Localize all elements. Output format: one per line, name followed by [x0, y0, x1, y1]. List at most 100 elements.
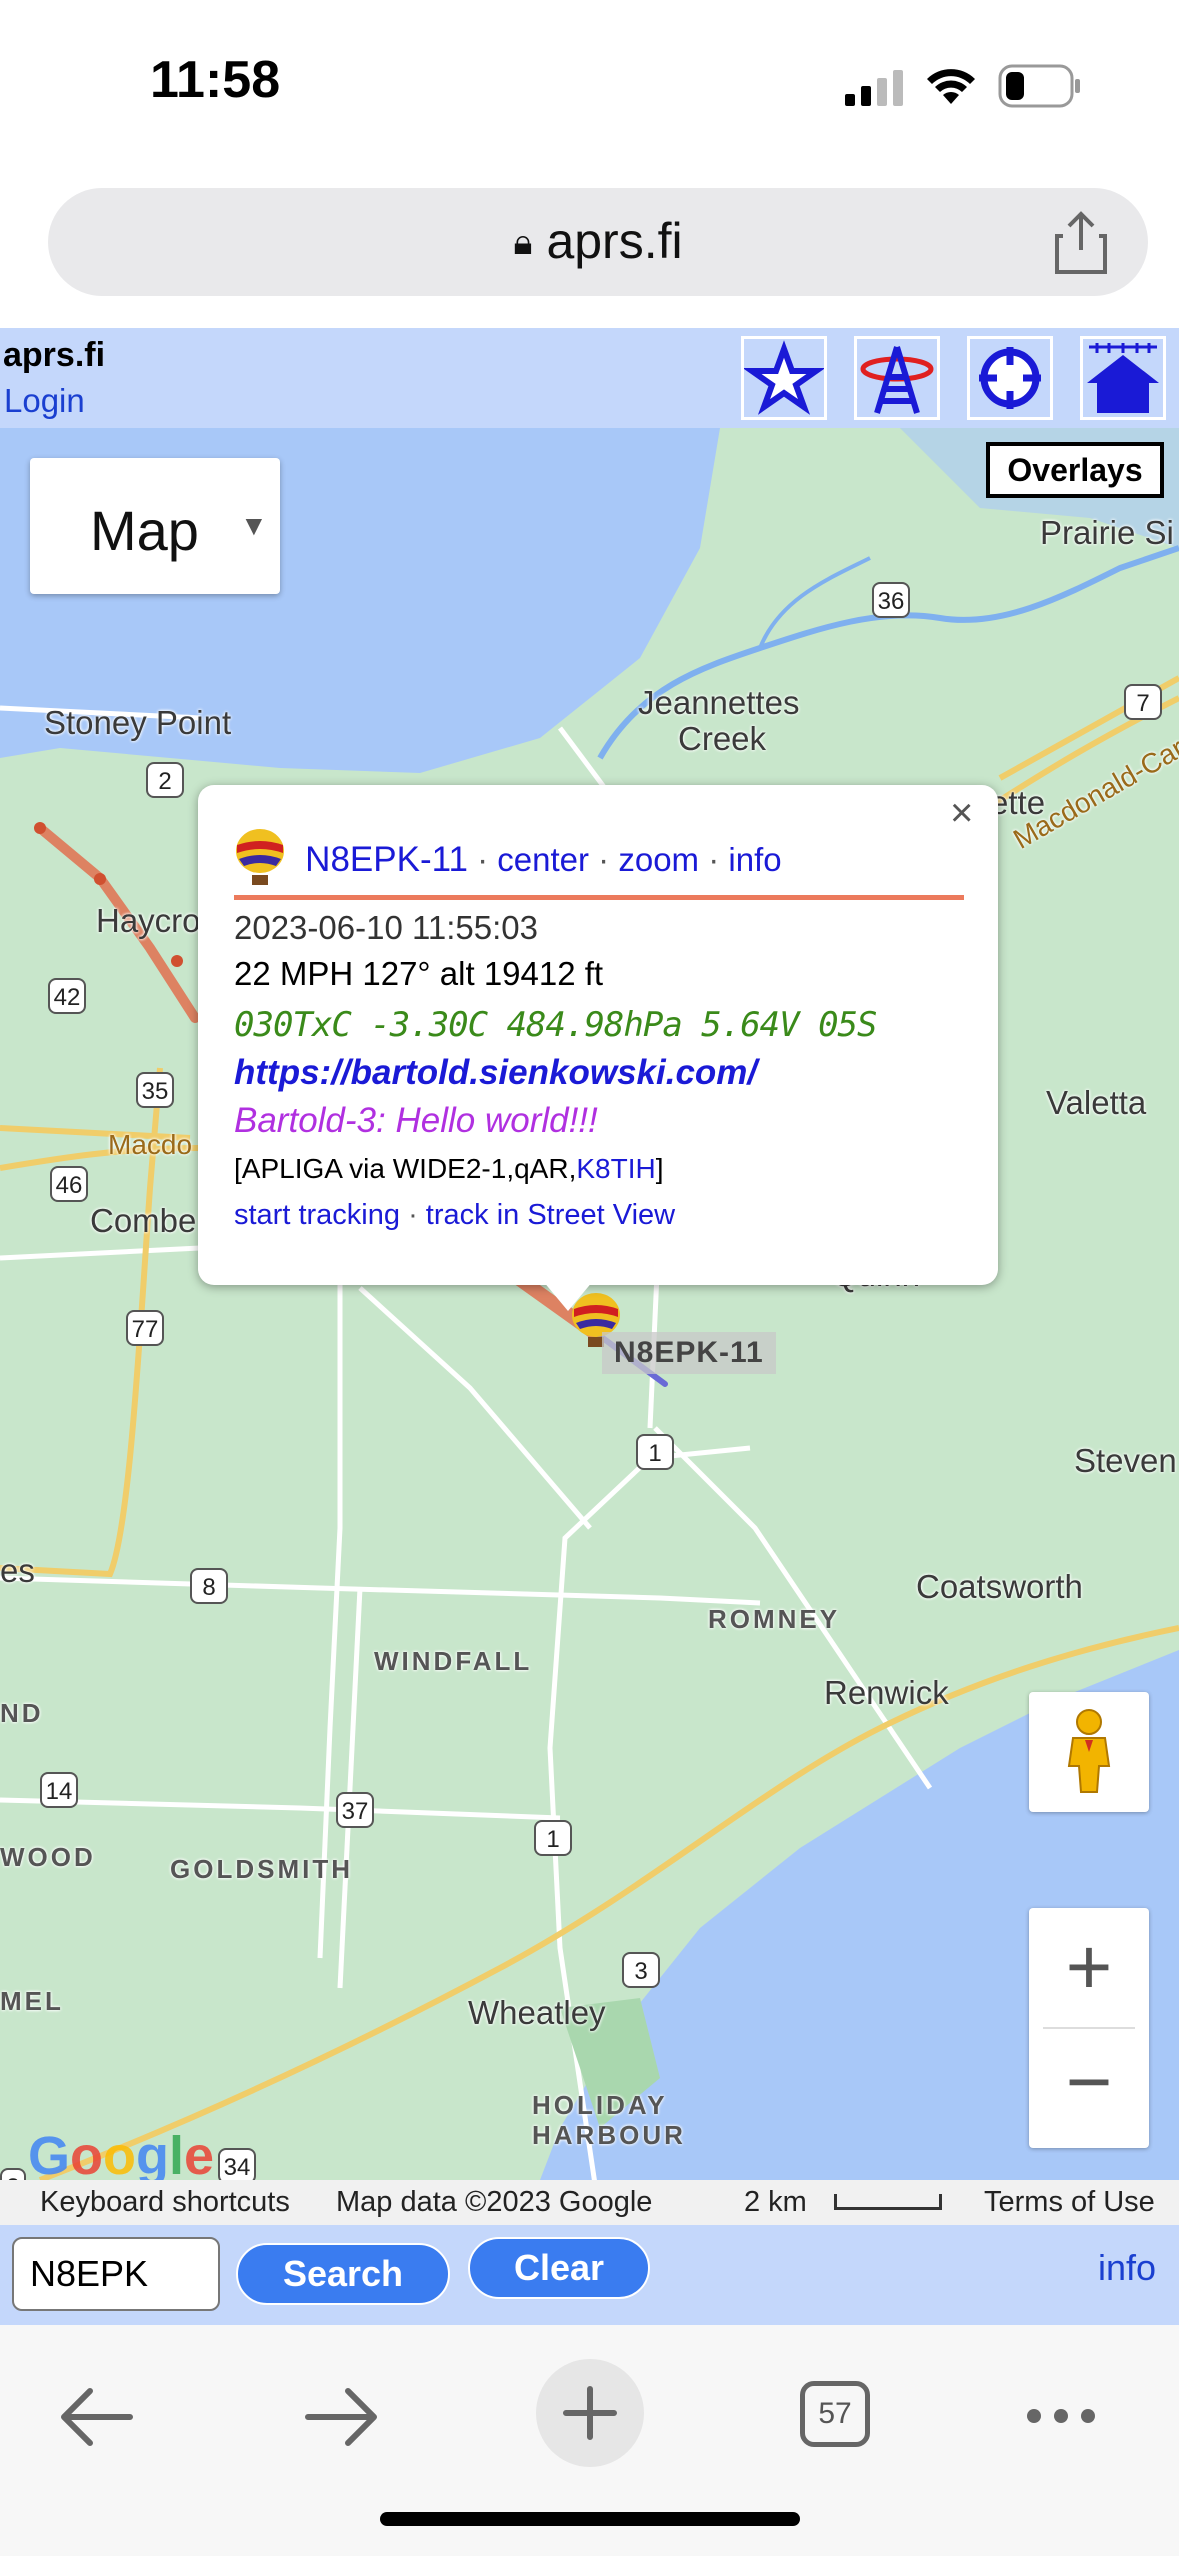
place-wheatley: Wheatley	[468, 1994, 606, 2031]
status-bar: 11:58	[0, 0, 1179, 170]
station-url[interactable]: https://bartold.sienkowski.com/	[234, 1053, 757, 1093]
street-view-link[interactable]: track in Street View	[426, 1199, 675, 1231]
info-link[interactable]: info	[728, 841, 781, 878]
motion-info: 22 MPH 127° alt 19412 ft	[234, 955, 604, 992]
street-view-pegman[interactable]	[1029, 1692, 1149, 1812]
search-input[interactable]	[12, 2237, 220, 2311]
locate-button[interactable]	[967, 336, 1053, 420]
scale-label: 2 km	[744, 2186, 807, 2218]
road-shield: 8	[190, 1568, 228, 1604]
forward-arrow-icon[interactable]	[302, 2385, 382, 2449]
road-shield: 3	[622, 1952, 660, 1988]
place-renwick: Renwick	[824, 1674, 949, 1711]
url-domain: 🔒︎ aprs.fi	[48, 212, 1148, 270]
place-coatsworth: Coatsworth	[916, 1568, 1083, 1605]
path-suffix: ]	[655, 1153, 664, 1184]
star-icon	[742, 340, 826, 415]
map-data-attribution[interactable]: Map data ©2023 Google	[336, 2186, 652, 2219]
keyboard-shortcuts-link[interactable]: Keyboard shortcuts	[40, 2186, 290, 2219]
popup-pointer	[538, 1275, 598, 1311]
place-goldsmith: GOLDSMITH	[170, 1854, 353, 1884]
map-canvas[interactable]: Google Prairie Si Stoney Point Jeannette…	[0, 428, 1179, 2180]
new-tab-button[interactable]	[536, 2359, 644, 2467]
tracking-links: start tracking · track in Street View	[234, 1199, 675, 1232]
place-es: es	[0, 1552, 35, 1589]
separator: ·	[477, 841, 489, 878]
search-button[interactable]: Search	[236, 2243, 450, 2305]
station-info-popup: × N8EPK-11 · center · zoom · info 2023-0…	[198, 785, 998, 1311]
telemetry-comment: 030TxC -3.30C 484.98hPa 5.64V 05S	[234, 1005, 878, 1045]
timestamp: 2023-06-10 11:55:03	[234, 909, 538, 946]
road-shield: 36	[872, 582, 910, 618]
road-macdonald: Macdo	[108, 1129, 193, 1160]
terms-link[interactable]: Terms of Use	[984, 2186, 1155, 2219]
address-bar[interactable]: 🔒︎ aprs.fi	[48, 188, 1148, 296]
place-nd: ND	[0, 1698, 44, 1728]
road-shield: 42	[48, 978, 86, 1014]
callsign-link[interactable]: N8EPK-11	[305, 840, 468, 879]
center-link[interactable]: center	[497, 841, 589, 878]
zoom-divider	[1043, 2027, 1135, 2029]
map-type-selector[interactable]: Map ▼	[30, 458, 280, 594]
clock: 11:58	[150, 51, 281, 109]
zoom-link[interactable]: zoom	[618, 841, 699, 878]
separator: ·	[708, 841, 720, 878]
status-message: Bartold-3: Hello world!!!	[234, 1101, 598, 1140]
scale-bar	[834, 2194, 942, 2210]
tab-count-button[interactable]: 57	[800, 2381, 870, 2447]
place-steven: Steven	[1074, 1442, 1177, 1479]
tower-button[interactable]	[854, 336, 940, 420]
balloon-icon	[236, 829, 284, 885]
place-creek: Creek	[678, 720, 767, 757]
road-shield: 14	[40, 1772, 78, 1808]
road-shield: 1	[534, 1820, 572, 1856]
radio-tower-icon	[860, 346, 934, 414]
home-indicator	[380, 2512, 800, 2526]
pegman-icon	[1067, 1709, 1111, 1793]
popup-divider	[234, 895, 964, 900]
search-bar: Search Clear info	[0, 2225, 1179, 2325]
road-shield: 3	[0, 2168, 26, 2180]
lock-icon: 🔒︎	[513, 221, 533, 262]
road-shield: 34	[218, 2148, 256, 2180]
overlays-button[interactable]: Overlays	[986, 442, 1164, 498]
map-attribution-bar: Keyboard shortcuts Map data ©2023 Google…	[0, 2180, 1179, 2225]
home-button[interactable]	[1080, 336, 1166, 420]
chevron-down-icon: ▼	[240, 510, 268, 541]
place-comber: Combe	[90, 1202, 197, 1239]
place-prairie: Prairie Si	[1040, 514, 1174, 551]
place-stoney-point: Stoney Point	[44, 704, 232, 741]
igate-link[interactable]: K8TIH	[576, 1153, 655, 1184]
road-shield: 2	[146, 762, 184, 798]
share-icon[interactable]	[1053, 210, 1109, 276]
crosshair-icon	[979, 347, 1041, 409]
place-romney: ROMNEY	[708, 1604, 841, 1634]
road-shield: 77	[126, 1310, 164, 1346]
clear-button[interactable]: Clear	[468, 2237, 650, 2299]
road-shield: 46	[50, 1166, 88, 1202]
close-icon[interactable]: ×	[950, 791, 973, 836]
separator: ·	[408, 1199, 418, 1231]
start-tracking-link[interactable]: start tracking	[234, 1199, 400, 1231]
more-icon[interactable]	[1024, 2401, 1098, 2431]
zoom-in-button[interactable]: +	[1029, 1908, 1149, 2026]
zoom-control: + −	[1029, 1908, 1149, 2148]
battery-icon	[998, 64, 1080, 108]
place-haycroft: Haycro	[96, 902, 201, 939]
road-shield: 7	[1124, 684, 1162, 720]
station-label[interactable]: N8EPK-11	[602, 1332, 776, 1374]
google-logo: Google	[28, 2126, 214, 2180]
road-shield: 37	[336, 1792, 374, 1828]
place-valetta: Valetta	[1046, 1084, 1147, 1121]
place-windfall: WINDFALL	[374, 1646, 533, 1676]
zoom-out-button[interactable]: −	[1029, 2030, 1149, 2148]
back-arrow-icon[interactable]	[56, 2385, 136, 2449]
road-shield: 1	[636, 1434, 674, 1470]
login-link[interactable]: Login	[4, 382, 85, 420]
info-link[interactable]: info	[1098, 2247, 1156, 2289]
favorites-button[interactable]	[741, 336, 827, 420]
separator: ·	[598, 841, 610, 878]
site-header: aprs.fi Login	[0, 328, 1179, 428]
place-wood: WOOD	[0, 1842, 96, 1872]
place-harbour: HARBOUR	[532, 2120, 686, 2150]
